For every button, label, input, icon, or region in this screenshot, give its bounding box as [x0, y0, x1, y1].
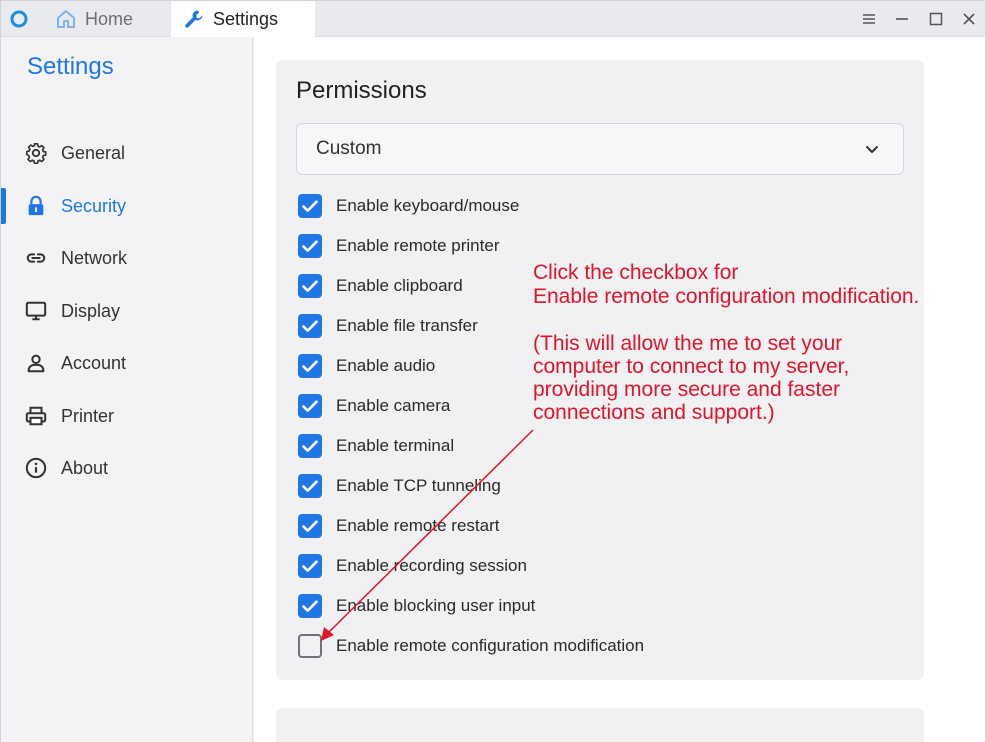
- tab-settings[interactable]: Settings: [171, 1, 315, 37]
- title-bar: Home Settings: [1, 1, 985, 37]
- maximize-icon[interactable]: [926, 9, 946, 29]
- info-icon: [25, 457, 47, 479]
- chevron-down-icon: [863, 140, 881, 158]
- checkbox-checked[interactable]: [298, 514, 322, 538]
- checkbox-checked[interactable]: [298, 274, 322, 298]
- app-window: Home Settings Settings General Security …: [0, 0, 986, 742]
- sidebar-item-about[interactable]: About: [1, 446, 253, 490]
- checkbox-checked[interactable]: [298, 394, 322, 418]
- sidebar-item-printer[interactable]: Printer: [1, 394, 253, 438]
- checkbox-checked[interactable]: [298, 314, 322, 338]
- tab-home-label: Home: [85, 8, 134, 29]
- checkbox-checked[interactable]: [298, 474, 322, 498]
- sidebar: Settings General Security Network Displa…: [1, 37, 253, 742]
- sidebar-item-label: Printer: [61, 405, 115, 426]
- permission-option[interactable]: Enable remote configuration modification: [296, 631, 896, 661]
- checkbox-checked[interactable]: [298, 234, 322, 258]
- checkbox-checked[interactable]: [298, 354, 322, 378]
- permission-preset-select[interactable]: Custom: [296, 123, 904, 175]
- sidebar-item-label: Account: [61, 352, 127, 373]
- sidebar-item-general[interactable]: General: [1, 131, 253, 175]
- permission-option-label: Enable terminal: [336, 436, 455, 455]
- permission-option-label: Enable file transfer: [336, 316, 478, 335]
- annotation-line: Click the checkbox for: [533, 261, 739, 284]
- sidebar-item-label: Security: [61, 195, 127, 216]
- permission-option-label: Enable recording session: [336, 556, 527, 575]
- sidebar-item-label: About: [61, 457, 109, 478]
- minimize-icon[interactable]: [892, 9, 912, 29]
- tab-settings-label: Settings: [213, 8, 279, 29]
- permission-option[interactable]: Enable terminal: [296, 431, 896, 461]
- checkmark-icon: [302, 400, 318, 412]
- permission-option-label: Enable camera: [336, 396, 451, 415]
- close-icon[interactable]: [959, 9, 979, 29]
- sidebar-item-label: Display: [61, 300, 121, 321]
- annotation-line: providing more secure and faster: [533, 378, 840, 401]
- checkmark-icon: [302, 520, 318, 532]
- permission-option[interactable]: Enable TCP tunneling: [296, 471, 896, 501]
- annotation-line: (This will allow the me to set your: [533, 332, 843, 355]
- checkbox-checked[interactable]: [298, 194, 322, 218]
- checkmark-icon: [302, 440, 318, 452]
- home-icon: [55, 8, 77, 30]
- checkmark-icon: [302, 240, 318, 252]
- monitor-icon: [25, 300, 47, 322]
- link-icon: [25, 247, 47, 269]
- printer-icon: [25, 405, 47, 427]
- annotation-line: connections and support.): [533, 401, 775, 424]
- permission-option-label: Enable TCP tunneling: [336, 476, 501, 495]
- permission-option[interactable]: Enable blocking user input: [296, 591, 896, 621]
- tab-home[interactable]: Home: [47, 1, 169, 37]
- lock-icon: [25, 195, 47, 217]
- permission-option-label: Enable audio: [336, 356, 436, 375]
- sidebar-item-label: Network: [61, 247, 128, 268]
- permission-option-label: Enable remote configuration modification: [336, 636, 645, 655]
- sidebar-item-network[interactable]: Network: [1, 236, 253, 280]
- checkmark-icon: [302, 320, 318, 332]
- sidebar-item-security[interactable]: Security: [1, 184, 253, 228]
- checkmark-icon: [302, 360, 318, 372]
- permission-option-label: Enable keyboard/mouse: [336, 196, 520, 215]
- menu-icon[interactable]: [859, 9, 879, 29]
- checkbox-checked[interactable]: [298, 434, 322, 458]
- permission-option[interactable]: Enable remote restart: [296, 511, 896, 541]
- gear-icon: [25, 142, 47, 164]
- checkmark-icon: [302, 280, 318, 292]
- checkmark-icon: [302, 560, 318, 572]
- permissions-title: Permissions: [296, 77, 427, 104]
- permission-option-label: Enable remote printer: [336, 236, 500, 255]
- permission-option[interactable]: Enable remote printer: [296, 231, 896, 261]
- checkmark-icon: [302, 480, 318, 492]
- sidebar-title: Settings: [27, 53, 114, 80]
- checkmark-icon: [302, 200, 318, 212]
- next-settings-card: [276, 708, 924, 742]
- checkbox-checked[interactable]: [298, 594, 322, 618]
- sidebar-item-display[interactable]: Display: [1, 289, 253, 333]
- sidebar-item-account[interactable]: Account: [1, 341, 253, 385]
- permission-option[interactable]: Enable keyboard/mouse: [296, 191, 896, 221]
- wrench-icon: [183, 8, 205, 30]
- permission-preset-value: Custom: [316, 138, 382, 159]
- checkbox-unchecked[interactable]: [298, 634, 322, 658]
- permission-option-label: Enable blocking user input: [336, 596, 536, 615]
- checkbox-checked[interactable]: [298, 554, 322, 578]
- annotation-line: computer to connect to my server,: [533, 355, 850, 378]
- permission-option-label: Enable clipboard: [336, 276, 463, 295]
- app-logo-icon: [9, 9, 29, 29]
- annotation-line: Enable remote configuration modification…: [533, 285, 920, 308]
- person-icon: [25, 352, 47, 374]
- permission-option-label: Enable remote restart: [336, 516, 500, 535]
- checkmark-icon: [302, 600, 318, 612]
- sidebar-item-label: General: [61, 142, 126, 163]
- permission-option[interactable]: Enable recording session: [296, 551, 896, 581]
